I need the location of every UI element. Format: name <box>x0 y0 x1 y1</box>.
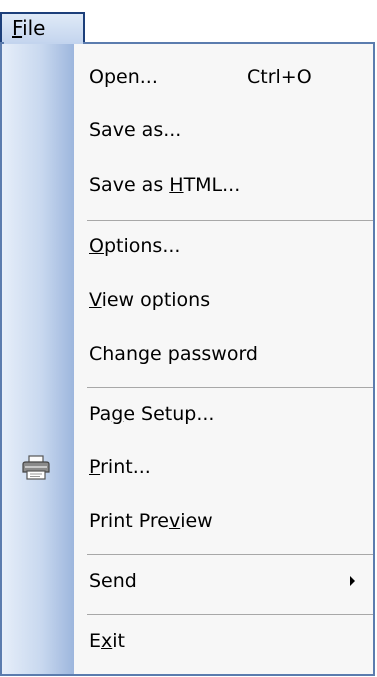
menu-item-options[interactable]: Options... <box>2 227 373 265</box>
label-post: it <box>112 630 125 652</box>
label-post: TML... <box>183 174 241 196</box>
menu-item-label: Change password <box>89 343 258 365</box>
label-mnemonic: g <box>111 403 124 425</box>
menu-item-label: Save as... <box>89 119 182 141</box>
label-post: iew options <box>101 289 211 311</box>
label-mnemonic: O <box>89 235 104 257</box>
file-tab-post: ile <box>22 16 46 40</box>
label-pre: Save as <box>89 174 170 196</box>
label-mnemonic: v <box>168 510 181 532</box>
submenu-arrow-icon <box>350 576 355 586</box>
file-menu-tab[interactable]: File <box>0 12 85 44</box>
menu-item-label: View options <box>89 281 210 319</box>
label-mnemonic: P <box>89 456 101 478</box>
menu-item-label: Send <box>89 570 137 592</box>
label-post: iew <box>180 510 213 532</box>
menu-separator <box>87 387 373 388</box>
label-post: rint... <box>100 456 151 478</box>
menu-separator <box>87 220 373 221</box>
menu-item-shortcut: Ctrl+O <box>247 66 312 88</box>
menu-item-label: Exit <box>89 622 125 660</box>
menu-item-save-as[interactable]: Save as... <box>2 111 373 149</box>
menu-item-label: Save as HTML... <box>89 166 240 204</box>
label-mnemonic: H <box>169 174 184 196</box>
menu-item-open[interactable]: Open... Ctrl+O <box>2 58 373 96</box>
label-pre: E <box>89 630 102 652</box>
menu-item-print-preview[interactable]: Print Preview <box>2 502 373 540</box>
menu-item-label: Options... <box>89 227 180 265</box>
menu-item-send[interactable]: Send <box>2 562 373 600</box>
menu-item-label: Page Setup... <box>89 395 214 433</box>
menu-item-page-setup[interactable]: Page Setup... <box>2 395 373 433</box>
menu-item-label: Print Preview <box>89 502 213 540</box>
menu-item-save-as-html[interactable]: Save as HTML... <box>2 166 373 204</box>
label-mnemonic: x <box>101 630 113 652</box>
label-post: ptions... <box>103 235 181 257</box>
file-tab-mnemonic: F <box>12 16 23 40</box>
label-pre: Pa <box>89 403 112 425</box>
menu-item-change-password[interactable]: Change password <box>2 335 373 373</box>
menu-separator <box>87 554 373 555</box>
menu-item-exit[interactable]: Exit <box>2 622 373 660</box>
menu-item-view-options[interactable]: View options <box>2 281 373 319</box>
menu-separator <box>87 614 373 615</box>
label-mnemonic: V <box>89 289 102 311</box>
menu-item-label: Print... <box>89 448 151 486</box>
label-post: e Setup... <box>123 403 215 425</box>
label-pre: Print Pre <box>89 510 169 532</box>
file-menu-dropdown: Open... Ctrl+O Save as... Save as HTML..… <box>0 42 375 676</box>
menu-item-label: Open... <box>89 66 158 88</box>
menu-item-print[interactable]: Print... <box>2 448 373 486</box>
printer-icon <box>17 455 57 481</box>
